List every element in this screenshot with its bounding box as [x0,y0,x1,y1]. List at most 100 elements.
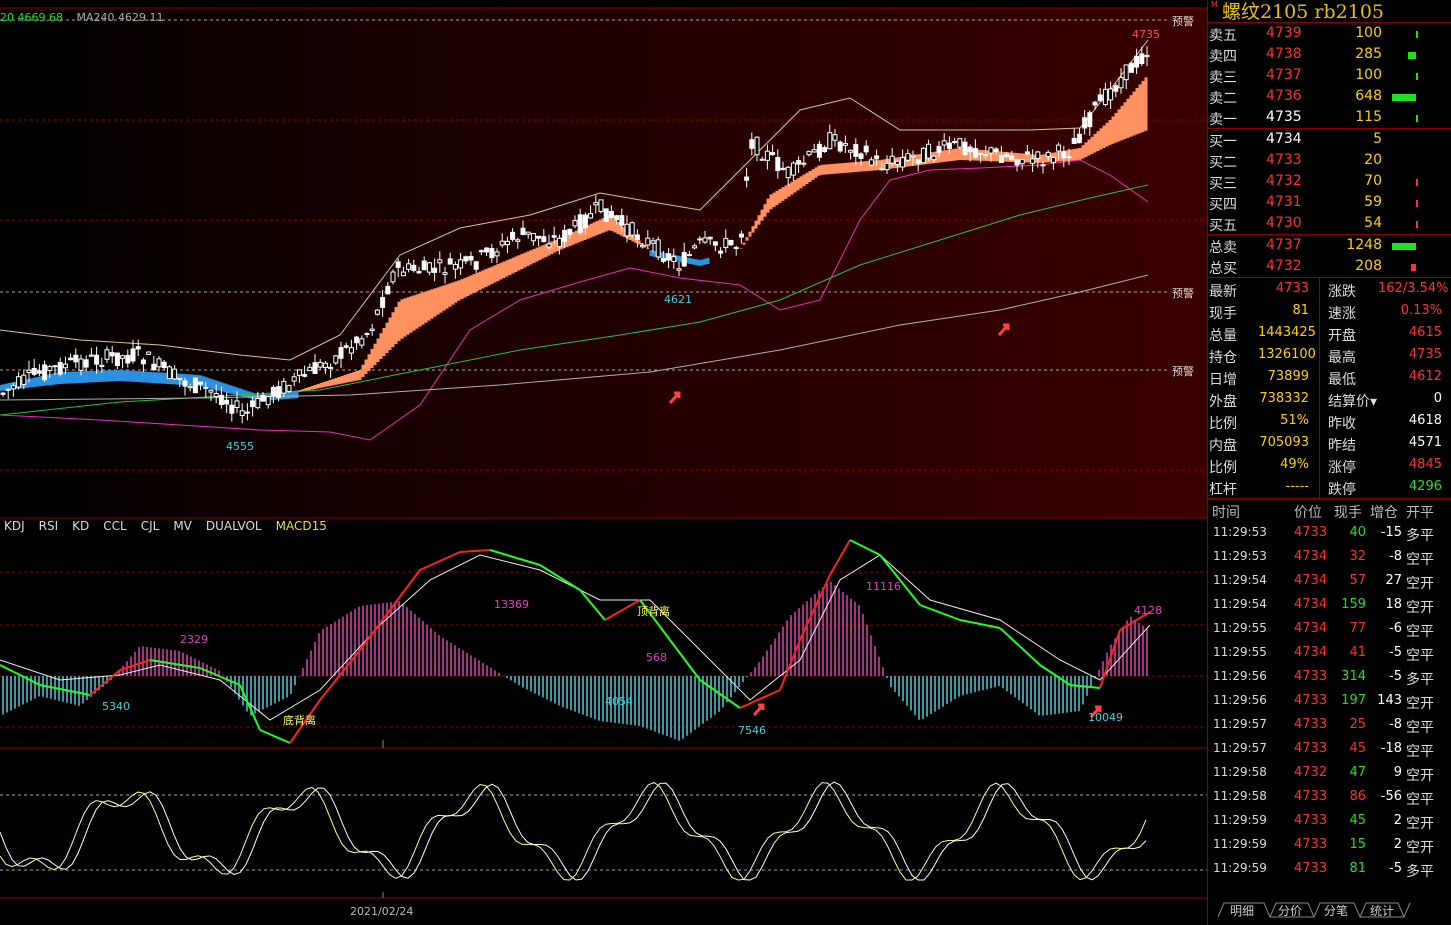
candle-body [744,176,750,181]
tick-type: 空平 [1406,552,1434,568]
indicator-tab-rsi[interactable]: RSI [39,519,59,533]
level-label: 卖三 [1209,70,1237,86]
tick-time: 11:29:57 [1213,717,1267,731]
candle-body [281,380,287,394]
warning-label[interactable]: 预警 [1172,363,1194,379]
tick-row[interactable]: 11:29:59 4733 45 2 空开 [1208,809,1451,833]
ask-level[interactable]: 卖五 4739 100 [1208,23,1451,44]
warning-label[interactable]: 预警 [1172,13,1194,29]
tick-oi: -18 [1380,741,1402,756]
tick-row[interactable]: 11:29:55 4734 77 -6 空平 [1208,617,1451,641]
candle-body [166,366,172,380]
tick-qty: 45 [1349,741,1366,756]
candle-body [530,232,536,242]
candle-body [120,355,126,359]
candle-body [5,388,11,391]
dif-segment [604,599,641,621]
candle-body [458,259,464,269]
indicator-tab-kd[interactable]: KD [72,519,89,533]
tick-row[interactable]: 11:29:53 4733 40 -15 多平 [1208,521,1451,545]
stat-label: 涨停 [1328,460,1356,476]
indicator-tab-mv[interactable]: MV [173,519,192,533]
tab-stats[interactable]: 统计 [1370,902,1394,919]
dif-segment [489,549,541,566]
candle-body [915,159,921,164]
chart-area[interactable]: 20 4669.68 MA240 4629.11 预警 预警 预警 4735 4… [0,0,1207,925]
level-label: 买三 [1209,176,1237,192]
bid-level[interactable]: 买五 4730 54 [1208,213,1451,234]
candle-body [104,349,110,360]
candle-body [905,153,911,161]
candle-body [16,376,22,388]
stat-label: 昨收 [1328,416,1356,432]
candle-body [1082,117,1088,129]
candle-body [348,347,354,354]
indicator-tab-dualvol[interactable]: DUALVOL [206,519,262,533]
ask-level[interactable]: 卖一 4735 115 [1208,107,1451,128]
tick-row[interactable]: 11:29:55 4734 41 -5 空平 [1208,641,1451,665]
tab-detail[interactable]: 明细 [1230,902,1254,919]
stat-label[interactable]: 结算价▾ [1328,391,1377,411]
tick-qty: 159 [1341,597,1366,612]
volume-bar [1416,179,1418,186]
stat-label: 比例 [1209,416,1237,432]
tick-table[interactable]: 11:29:53 4733 40 -15 多平 11:29:53 4734 32 -8 空平 11:… [1208,521,1451,881]
tick-row[interactable]: 11:29:53 4734 32 -8 空平 [1208,545,1451,569]
col-price: 价位 [1294,505,1322,521]
tick-row[interactable]: 11:29:59 4733 15 2 空开 [1208,833,1451,857]
macd-label: 568 [646,651,667,664]
tick-qty: 47 [1349,765,1366,780]
tick-qty: 57 [1349,573,1366,588]
total-level[interactable]: 总卖 4737 1248 [1208,235,1451,256]
tab-ticks[interactable]: 分笔 [1324,902,1348,919]
candle-body [733,246,739,249]
indicator-tab-kdj[interactable]: KDJ [4,519,25,533]
tick-row[interactable]: 11:29:56 4733 197 143 空开 [1208,689,1451,713]
total-level[interactable]: 总买 4732 208 [1208,256,1451,277]
candle-body [660,257,666,262]
contract-title-bar[interactable]: M 螺纹2105 rb2105 [1208,0,1451,23]
level-volume: 648 [1355,88,1382,104]
ask-level[interactable]: 卖三 4737 100 [1208,65,1451,86]
tick-row[interactable]: 11:29:58 4732 47 9 空开 [1208,761,1451,785]
candle-body [702,237,708,243]
indicator-tab-cjl[interactable]: CJL [141,519,160,533]
indicator-tab-macd15[interactable]: MACD15 [276,519,327,533]
ask-level[interactable]: 卖二 4736 648 [1208,86,1451,107]
tick-row[interactable]: 11:29:57 4733 45 -18 空平 [1208,737,1451,761]
candle-body [848,149,854,153]
candle-body [1014,159,1020,166]
tick-row[interactable]: 11:29:57 4733 25 -8 空平 [1208,713,1451,737]
bid-level[interactable]: 买四 4731 59 [1208,192,1451,213]
candle-body [406,263,412,270]
level-label: 总卖 [1209,240,1237,256]
candle-body [395,261,401,268]
tab-price-split[interactable]: 分价 [1278,902,1302,919]
tick-type: 多平 [1406,864,1434,880]
tick-qty: 15 [1349,837,1366,852]
candle-body [551,235,557,238]
warning-label[interactable]: 预警 [1172,285,1194,301]
tick-row[interactable]: 11:29:54 4734 159 18 空开 [1208,593,1451,617]
tick-row[interactable]: 11:29:58 4733 86 -56 空平 [1208,785,1451,809]
candle-body [442,272,448,275]
tick-row[interactable]: 11:29:56 4733 314 -5 多平 [1208,665,1451,689]
bid-level[interactable]: 买二 4733 20 [1208,150,1451,171]
candle-body [936,145,942,153]
tick-row[interactable]: 11:29:59 4733 81 -5 多平 [1208,857,1451,881]
col-qty: 现手 [1334,505,1362,521]
candle-body [36,370,42,374]
tick-row[interactable]: 11:29:54 4734 57 27 空开 [1208,569,1451,593]
tick-type: 多平 [1406,672,1434,688]
stat-value: 705093 [1259,435,1309,450]
dif-segment [419,551,461,571]
candle-body [697,238,703,241]
ask-level[interactable]: 卖四 4738 285 [1208,44,1451,65]
col-oi: 增仓 [1370,505,1398,521]
candlestick-chart[interactable] [0,0,1207,925]
candle-body [920,147,926,164]
indicator-tab-ccl[interactable]: CCL [103,519,126,533]
bid-level[interactable]: 买三 4732 70 [1208,171,1451,192]
bid-level[interactable]: 买一 4734 5 [1208,129,1451,150]
candle-body [946,142,952,149]
